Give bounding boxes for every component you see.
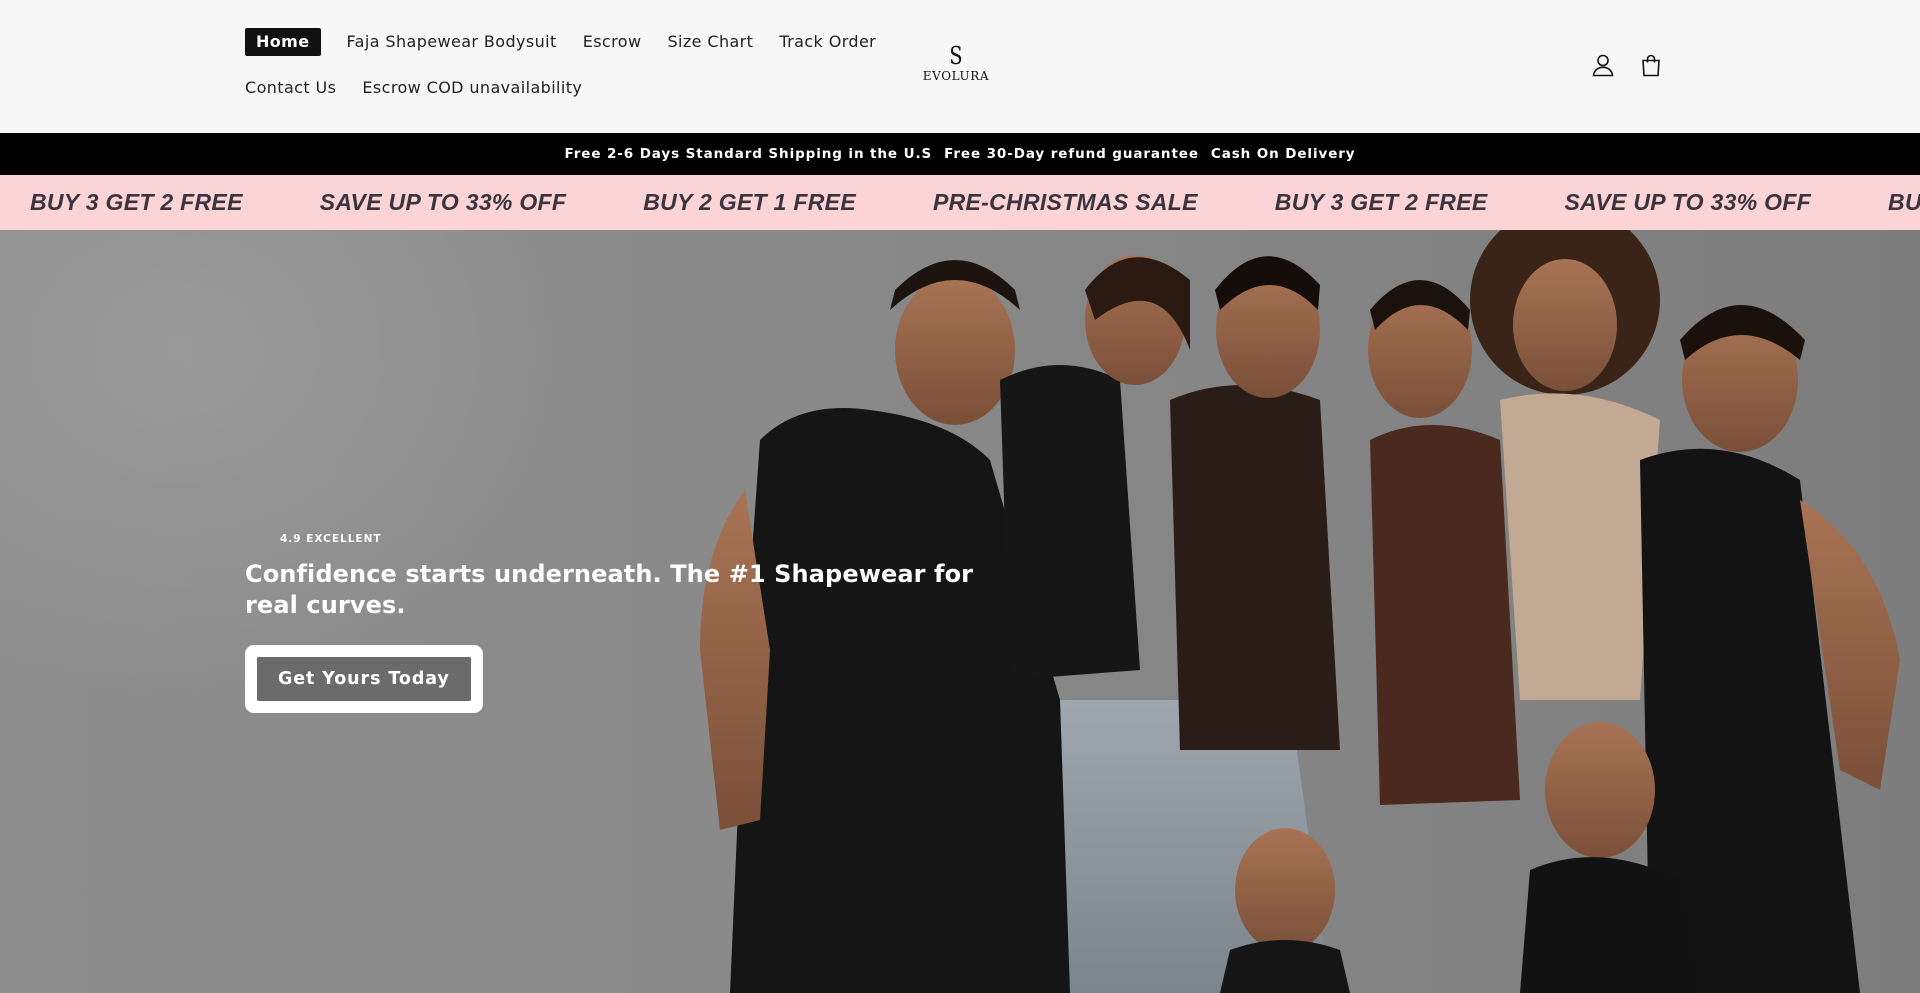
rating-badge: 4.9 EXCELLENT <box>280 533 382 545</box>
get-yours-today-button[interactable]: Get Yours Today <box>245 645 483 713</box>
promo-item: SAVE UP TO 33% OFF <box>319 189 567 215</box>
promo-item: BUY 2 GET 1 FREE <box>1888 189 1920 215</box>
header-icons <box>1590 52 1664 78</box>
promo-item: PRE-CHRISTMAS SALE <box>932 189 1198 215</box>
announcement-shipping: Free 2-6 Days Standard Shipping in the U… <box>564 146 933 162</box>
nav-home[interactable]: Home <box>245 28 321 56</box>
promo-item: BUY 3 GET 2 FREE <box>30 189 243 215</box>
hero-content: 4.9 EXCELLENT Confidence starts undernea… <box>245 533 1025 713</box>
logo-mark: S <box>949 42 963 70</box>
nav-contact-us[interactable]: Contact Us <box>245 74 336 102</box>
hero-title: Confidence starts underneath. The #1 Sha… <box>245 560 974 619</box>
hero-banner: 4.9 EXCELLENT Confidence starts undernea… <box>0 230 1920 993</box>
nav-escrow-cod-unavailability[interactable]: Escrow COD unavailability <box>362 74 582 102</box>
promo-item: BUY 3 GET 2 FREE <box>1274 189 1488 215</box>
announcement-cod: Cash On Delivery <box>1210 146 1356 162</box>
announcement-bar: Free 2-6 Days Standard Shipping in the U… <box>0 133 1920 175</box>
cta-label: Get Yours Today <box>257 657 471 701</box>
cart-icon[interactable] <box>1638 52 1664 78</box>
nav-size-chart[interactable]: Size Chart <box>667 28 753 56</box>
nav-escrow[interactable]: Escrow <box>583 28 642 56</box>
site-header: Home Faja Shapewear Bodysuit Escrow Size… <box>0 0 1920 133</box>
announcement-refund: Free 30-Day refund guarantee <box>944 146 1199 162</box>
logo-text: EVOLURA <box>922 69 990 83</box>
promo-marquee-track: BUY 3 GET 2 FREE SAVE UP TO 33% OFF BUY … <box>30 175 1920 230</box>
account-icon[interactable] <box>1590 52 1616 78</box>
promo-item: BUY 2 GET 1 FREE <box>643 189 856 215</box>
nav-track-order[interactable]: Track Order <box>779 28 876 56</box>
nav-faja-shapewear-bodysuit[interactable]: Faja Shapewear Bodysuit <box>347 28 557 56</box>
promo-item: SAVE UP TO 33% OFF <box>1564 189 1812 215</box>
brand-logo[interactable]: S EVOLURA <box>916 44 996 83</box>
main-nav: Home Faja Shapewear Bodysuit Escrow Size… <box>245 28 885 102</box>
promo-marquee: BUY 3 GET 2 FREE SAVE UP TO 33% OFF BUY … <box>0 175 1920 230</box>
